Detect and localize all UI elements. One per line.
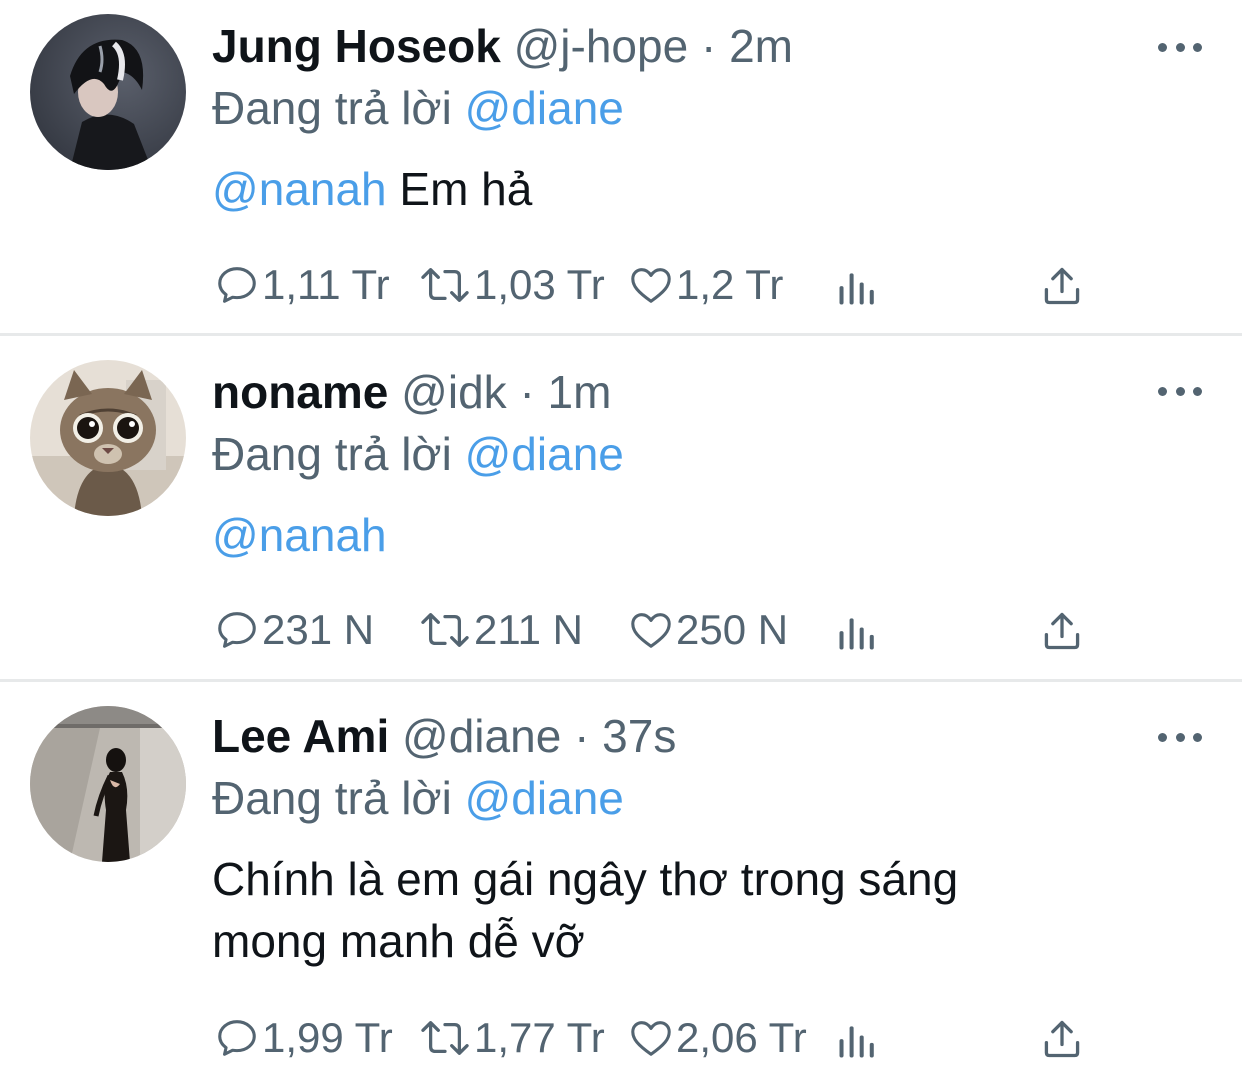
- replying-to-mention[interactable]: @diane: [465, 772, 624, 824]
- separator: ·: [519, 366, 535, 418]
- user-handle[interactable]: @j-hope: [514, 20, 689, 72]
- replying-to: Đang trả lời @diane: [212, 424, 624, 484]
- retweet-count: 1,77 Tr: [474, 1014, 605, 1061]
- share-button[interactable]: [1040, 260, 1084, 312]
- tweet[interactable]: Jung Hoseok @j-hope · 2m Đang trả lời @d…: [0, 0, 1242, 333]
- tweet[interactable]: noname @idk · 1m Đang trả lời @diane @na…: [0, 336, 1242, 679]
- tweet-text: @nanah Em hả: [212, 158, 1172, 220]
- reply-icon: [218, 1020, 256, 1056]
- more-icon[interactable]: [1158, 40, 1202, 54]
- timestamp[interactable]: 1m: [548, 366, 612, 418]
- like-count: 2,06 Tr: [676, 1014, 807, 1061]
- retweet-count: 1,03 Tr: [474, 261, 605, 308]
- mention-link[interactable]: @nanah: [212, 163, 387, 215]
- reply-button[interactable]: 1,11 Tr: [214, 259, 390, 311]
- like-icon: [631, 268, 671, 303]
- share-icon: [1044, 612, 1080, 650]
- reply-button[interactable]: 231 N: [214, 604, 374, 656]
- avatar[interactable]: [30, 360, 186, 516]
- retweet-button[interactable]: 211 N: [418, 604, 583, 656]
- replying-label: Đang trả lời: [212, 772, 452, 824]
- share-button[interactable]: [1040, 1013, 1084, 1065]
- replying-label: Đang trả lời: [212, 82, 452, 134]
- replying-to: Đang trả lời @diane: [212, 768, 624, 828]
- avatar[interactable]: [30, 706, 186, 862]
- display-name[interactable]: Lee Ami: [212, 710, 389, 762]
- replying-to: Đang trả lời @diane: [212, 78, 624, 138]
- views-icon: [839, 273, 874, 305]
- like-button[interactable]: 1,2 Tr: [628, 259, 783, 311]
- more-icon[interactable]: [1158, 730, 1202, 744]
- replying-label: Đang trả lời: [212, 428, 452, 480]
- retweet-icon: [421, 1021, 469, 1055]
- retweet-button[interactable]: 1,77 Tr: [418, 1012, 605, 1064]
- timestamp[interactable]: 37s: [602, 710, 676, 762]
- avatar[interactable]: [30, 14, 186, 170]
- reply-button[interactable]: 1,99 Tr: [214, 1012, 393, 1064]
- reply-icon: [218, 612, 256, 648]
- display-name[interactable]: noname: [212, 366, 388, 418]
- tweet-text: Chính là em gái ngây thơ trong sáng mong…: [212, 848, 1172, 972]
- tweet-text: @nanah: [212, 504, 1172, 566]
- tweet-text-content: Em hả: [399, 163, 533, 215]
- tweet-header: Lee Ami @diane · 37s: [212, 706, 676, 766]
- like-count: 250 N: [676, 606, 789, 653]
- like-icon: [631, 613, 671, 648]
- timestamp[interactable]: 2m: [729, 20, 793, 72]
- retweet-icon: [421, 268, 469, 302]
- user-handle[interactable]: @idk: [401, 366, 507, 418]
- like-button[interactable]: 250 N: [628, 604, 788, 656]
- retweet-count: 211 N: [474, 606, 583, 653]
- reply-icon: [218, 267, 256, 303]
- tweet-header: Jung Hoseok @j-hope · 2m: [212, 16, 793, 76]
- mention-link[interactable]: @nanah: [212, 509, 387, 561]
- more-icon[interactable]: [1158, 384, 1202, 398]
- display-name[interactable]: Jung Hoseok: [212, 20, 501, 72]
- like-count: 1,2 Tr: [676, 261, 784, 308]
- share-button[interactable]: [1040, 605, 1084, 657]
- separator: ·: [574, 710, 590, 762]
- tweet-text-line: mong manh dễ vỡ: [212, 915, 585, 967]
- views-button[interactable]: [834, 607, 878, 659]
- tweet-text-line: Chính là em gái ngây thơ trong sáng: [212, 853, 959, 905]
- views-icon: [839, 618, 874, 650]
- retweet-button[interactable]: 1,03 Tr: [418, 259, 605, 311]
- views-button[interactable]: [834, 1015, 878, 1067]
- tweet[interactable]: Lee Ami @diane · 37s Đang trả lời @diane…: [0, 682, 1242, 1076]
- retweet-icon: [421, 613, 469, 647]
- like-icon: [631, 1021, 671, 1056]
- share-icon: [1044, 1020, 1080, 1058]
- share-icon: [1044, 267, 1080, 305]
- views-button[interactable]: [834, 262, 878, 314]
- like-button[interactable]: 2,06 Tr: [628, 1012, 807, 1064]
- separator: ·: [700, 20, 717, 72]
- reply-count: 1,11 Tr: [262, 261, 390, 308]
- reply-count: 231 N: [262, 606, 375, 653]
- reply-count: 1,99 Tr: [262, 1014, 393, 1061]
- tweet-header: noname @idk · 1m: [212, 362, 611, 422]
- views-icon: [839, 1026, 874, 1058]
- replying-to-mention[interactable]: @diane: [465, 82, 624, 134]
- replying-to-mention[interactable]: @diane: [465, 428, 624, 480]
- user-handle[interactable]: @diane: [402, 710, 561, 762]
